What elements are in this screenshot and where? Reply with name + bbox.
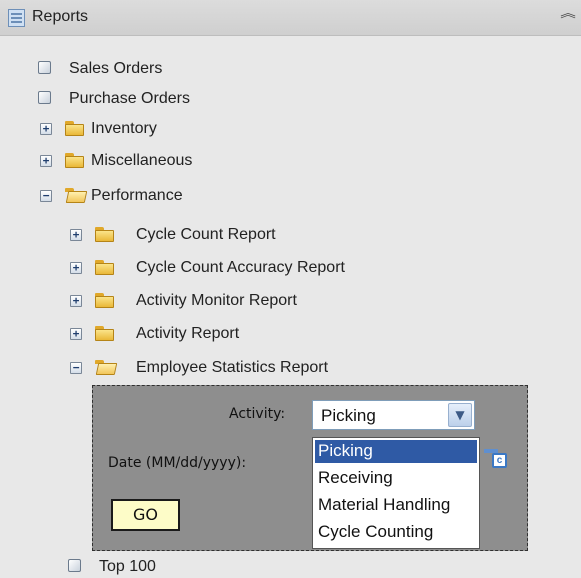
calendar-icon: c (492, 453, 507, 468)
expand-icon[interactable]: + (70, 229, 82, 241)
collapse-icon[interactable]: − (70, 362, 82, 374)
expand-icon[interactable]: + (70, 262, 82, 274)
tree-item-label: Top 100 (99, 558, 156, 575)
tree-item-label: Purchase Orders (69, 90, 190, 107)
document-icon (38, 61, 51, 74)
folder-icon (65, 153, 85, 169)
folder-icon (95, 227, 115, 243)
tree-item-activity-monitor-report[interactable]: + Activity Monitor Report (70, 290, 390, 312)
double-chevron-up-icon[interactable]: ︽ (560, 7, 576, 19)
reports-header: Reports ︽ (0, 0, 581, 36)
tree-item-label: Activity Monitor Report (136, 292, 297, 309)
activity-option-material-handling[interactable]: Material Handling (315, 494, 477, 517)
activity-option-receiving[interactable]: Receiving (315, 467, 477, 490)
activity-options-list[interactable]: Picking Receiving Material Handling Cycl… (312, 437, 480, 549)
collapse-icon[interactable]: − (40, 190, 52, 202)
tree-item-miscellaneous[interactable]: + Miscellaneous (40, 150, 260, 172)
tree-item-employee-statistics-report[interactable]: − Employee Statistics Report (70, 357, 430, 379)
report-list-icon (8, 9, 25, 27)
tree-item-top-100[interactable]: Top 100 (68, 556, 218, 578)
tree-item-inventory[interactable]: + Inventory (40, 118, 240, 140)
tree-item-performance[interactable]: − Performance (40, 185, 260, 207)
activity-label: Activity: (229, 406, 286, 422)
tree-item-label: Employee Statistics Report (136, 359, 329, 376)
folder-icon (95, 260, 115, 276)
folder-open-icon (95, 360, 118, 376)
expand-icon[interactable]: + (70, 295, 82, 307)
folder-icon (65, 121, 85, 137)
tree-item-purchase-orders[interactable]: Purchase Orders (38, 88, 258, 110)
chevron-down-icon[interactable]: ▼ (448, 403, 472, 427)
tree-item-label: Miscellaneous (91, 152, 193, 169)
tree-item-label: Performance (91, 187, 183, 204)
folder-icon (95, 293, 115, 309)
tree-item-label: Cycle Count Accuracy Report (136, 259, 345, 276)
activity-option-picking[interactable]: Picking (315, 440, 477, 463)
expand-icon[interactable]: + (70, 328, 82, 340)
document-icon (68, 559, 81, 572)
date-label: Date (MM/dd/yyyy): (108, 455, 247, 471)
activity-option-cycle-counting[interactable]: Cycle Counting (315, 521, 477, 544)
go-button[interactable]: GO (111, 499, 180, 531)
activity-select-value: Picking (321, 406, 376, 425)
activity-select[interactable]: Picking ▼ (312, 400, 475, 430)
tree-item-sales-orders[interactable]: Sales Orders (38, 58, 238, 80)
tree-item-cycle-count-accuracy-report[interactable]: + Cycle Count Accuracy Report (70, 257, 430, 279)
tree-item-label: Inventory (91, 120, 157, 137)
tree-item-label: Cycle Count Report (136, 226, 276, 243)
panel-title: Reports (32, 8, 89, 25)
folder-open-icon (65, 188, 88, 204)
tree-item-label: Activity Report (136, 325, 240, 342)
date-picker-button[interactable]: c (484, 449, 510, 471)
document-icon (38, 91, 51, 104)
expand-icon[interactable]: + (40, 123, 52, 135)
tree-item-cycle-count-report[interactable]: + Cycle Count Report (70, 224, 350, 246)
expand-icon[interactable]: + (40, 155, 52, 167)
folder-icon (95, 326, 115, 342)
tree-item-activity-report[interactable]: + Activity Report (70, 323, 310, 345)
tree-item-label: Sales Orders (69, 60, 163, 77)
